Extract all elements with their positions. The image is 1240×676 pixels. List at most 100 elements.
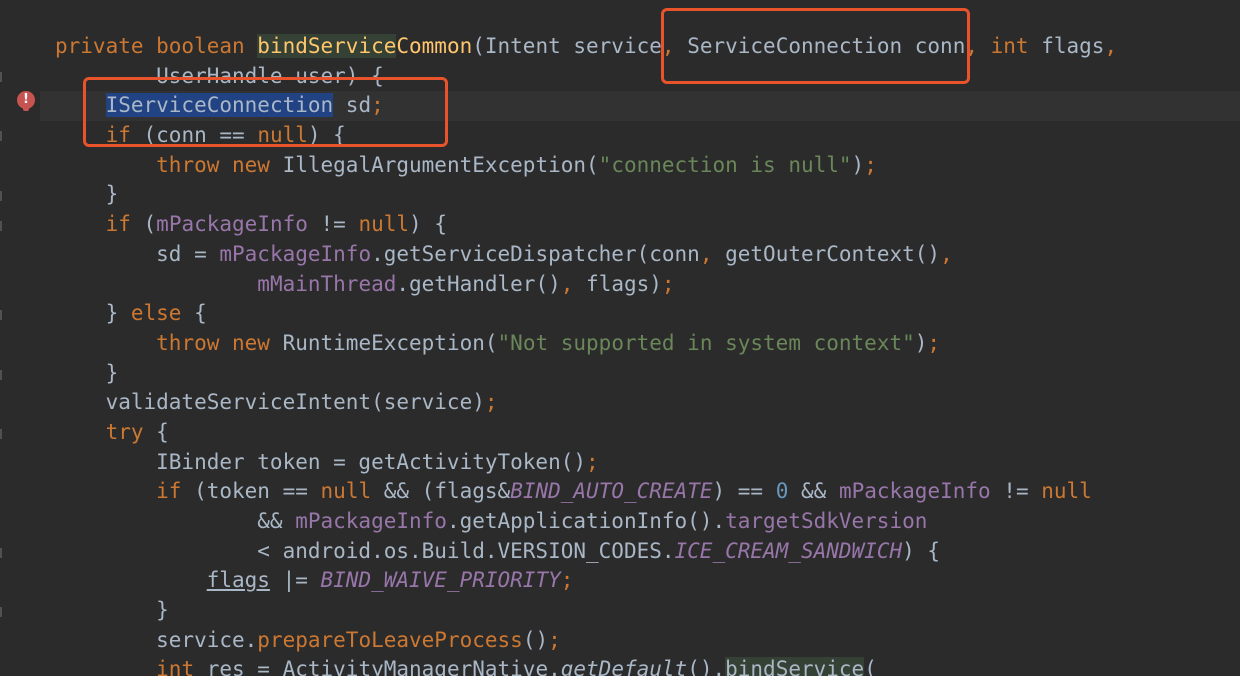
code-token: sd = [55,241,220,266]
code-token: getDefault [560,657,688,676]
code-token: flags [206,568,270,593]
code-token: < android.os.Build.VERSION_CODES. [55,538,675,563]
fold-marker[interactable] [0,310,2,320]
code-token: mMainThread [257,271,397,296]
code-token: && (flags& [383,479,511,504]
fold-marker[interactable] [0,221,2,231]
code-token: .getHandler() [396,271,561,296]
code-token: bindService [257,34,397,58]
code-token: "Not supported in system context" [497,330,915,355]
code-line[interactable]: } else { [55,299,1117,329]
code-token: .getApplicationInfo(). [446,509,726,533]
code-token: mPackageInfo [838,479,991,504]
code-line[interactable]: && mPackageInfo.getApplicationInfo().tar… [55,507,1117,537]
code-token: } [55,360,119,385]
code-token: flags) [586,271,662,296]
code-token: else [130,301,195,326]
code-line[interactable]: < android.os.Build.VERSION_CODES.ICE_CRE… [55,537,1117,567]
code-token: null [1041,479,1092,504]
code-line[interactable]: IBinder token = getActivityToken(); [55,448,1117,478]
fold-marker[interactable] [0,429,2,439]
code-line[interactable]: sd = mPackageInfo.getServiceDispatcher(c… [55,240,1117,270]
code-token: ; [560,568,574,593]
code-token: int [990,34,1042,58]
code-token: IllegalArgumentException( [282,152,599,177]
code-token: mPackageInfo [156,212,308,237]
code-token: ; [927,330,941,355]
code-token: ) [851,152,865,177]
code-token: ) { [409,212,447,237]
code-line[interactable]: if (token == null && (flags&BIND_AUTO_CR… [55,477,1117,507]
code-token: } [55,598,169,623]
code-token: != [990,479,1042,504]
code-token: } [55,301,131,326]
code-line[interactable]: } [55,596,1117,626]
editor-gutter: ! [0,0,40,676]
code-token: private boolean [55,34,258,58]
code-editor[interactable]: ! private boolean bindServiceCommon(Inte… [0,0,1240,676]
code-token: { [156,419,169,444]
code-token: ) [914,330,928,355]
callout-iserviceconnection-decl [83,77,448,147]
fold-marker[interactable] [0,72,2,82]
code-token: != [307,212,359,237]
code-token: RuntimeException( [282,330,498,355]
code-token: ; [586,449,599,474]
code-line[interactable]: try { [55,418,1117,448]
code-token: mPackageInfo [295,509,447,533]
code-token: ( [864,657,877,676]
code-token: res = ActivityManagerNative. [206,657,561,676]
fold-marker[interactable] [0,370,2,380]
code-token: && [801,479,839,504]
code-token: if [105,212,144,237]
code-token: , [940,241,953,266]
code-token: getOuterContext() [725,241,941,266]
code-token: ICE_CREAM_SANDWICH [674,538,903,563]
code-token: throw new [156,330,283,355]
code-token: null [358,212,410,237]
code-token: , [699,241,726,266]
code-line[interactable]: int res = ActivityManagerNative.getDefau… [55,655,1117,676]
code-token: BIND_WAIVE_PRIORITY [320,568,561,593]
code-token: (Intent service [472,34,662,58]
code-token: flags [1041,34,1105,58]
code-token: int [156,657,207,676]
code-token: , [1104,34,1118,58]
code-token: ; [864,152,877,177]
code-line[interactable]: flags |= BIND_WAIVE_PRIORITY; [55,566,1117,596]
code-token: prepareToLeaveProcess [257,627,523,652]
code-line[interactable]: throw new IllegalArgumentException("conn… [55,151,1117,181]
code-line[interactable]: } [55,180,1117,210]
fold-marker[interactable] [0,191,2,201]
warning-bulb-icon[interactable]: ! [17,91,35,111]
code-token: .getServiceDispatcher(conn [371,241,700,266]
code-token: bindService [725,657,865,676]
code-token: 0 [775,479,801,504]
code-token: mPackageInfo [219,241,372,266]
code-line[interactable]: throw new RuntimeException("Not supporte… [55,329,1117,359]
code-token: null [320,479,384,504]
fold-marker[interactable] [0,548,2,558]
code-line[interactable]: service.prepareToLeaveProcess(); [55,626,1117,656]
code-token: ) == [712,479,776,504]
code-token: targetSdkVersion [725,509,928,533]
code-token: throw new [156,152,283,177]
code-token: } [55,182,119,207]
fold-marker[interactable] [0,131,2,141]
code-token: ; [661,271,675,296]
code-token: , [560,271,587,296]
code-token: ; [484,390,498,415]
code-token: ; [548,627,561,652]
code-line[interactable]: if (mPackageInfo != null) { [55,210,1117,240]
code-line[interactable]: mMainThread.getHandler(), flags); [55,270,1117,300]
code-line[interactable]: validateServiceIntent(service); [55,388,1117,418]
code-token: BIND_AUTO_CREATE [510,479,713,504]
code-line[interactable]: } [55,359,1117,389]
fold-marker[interactable] [0,607,2,617]
